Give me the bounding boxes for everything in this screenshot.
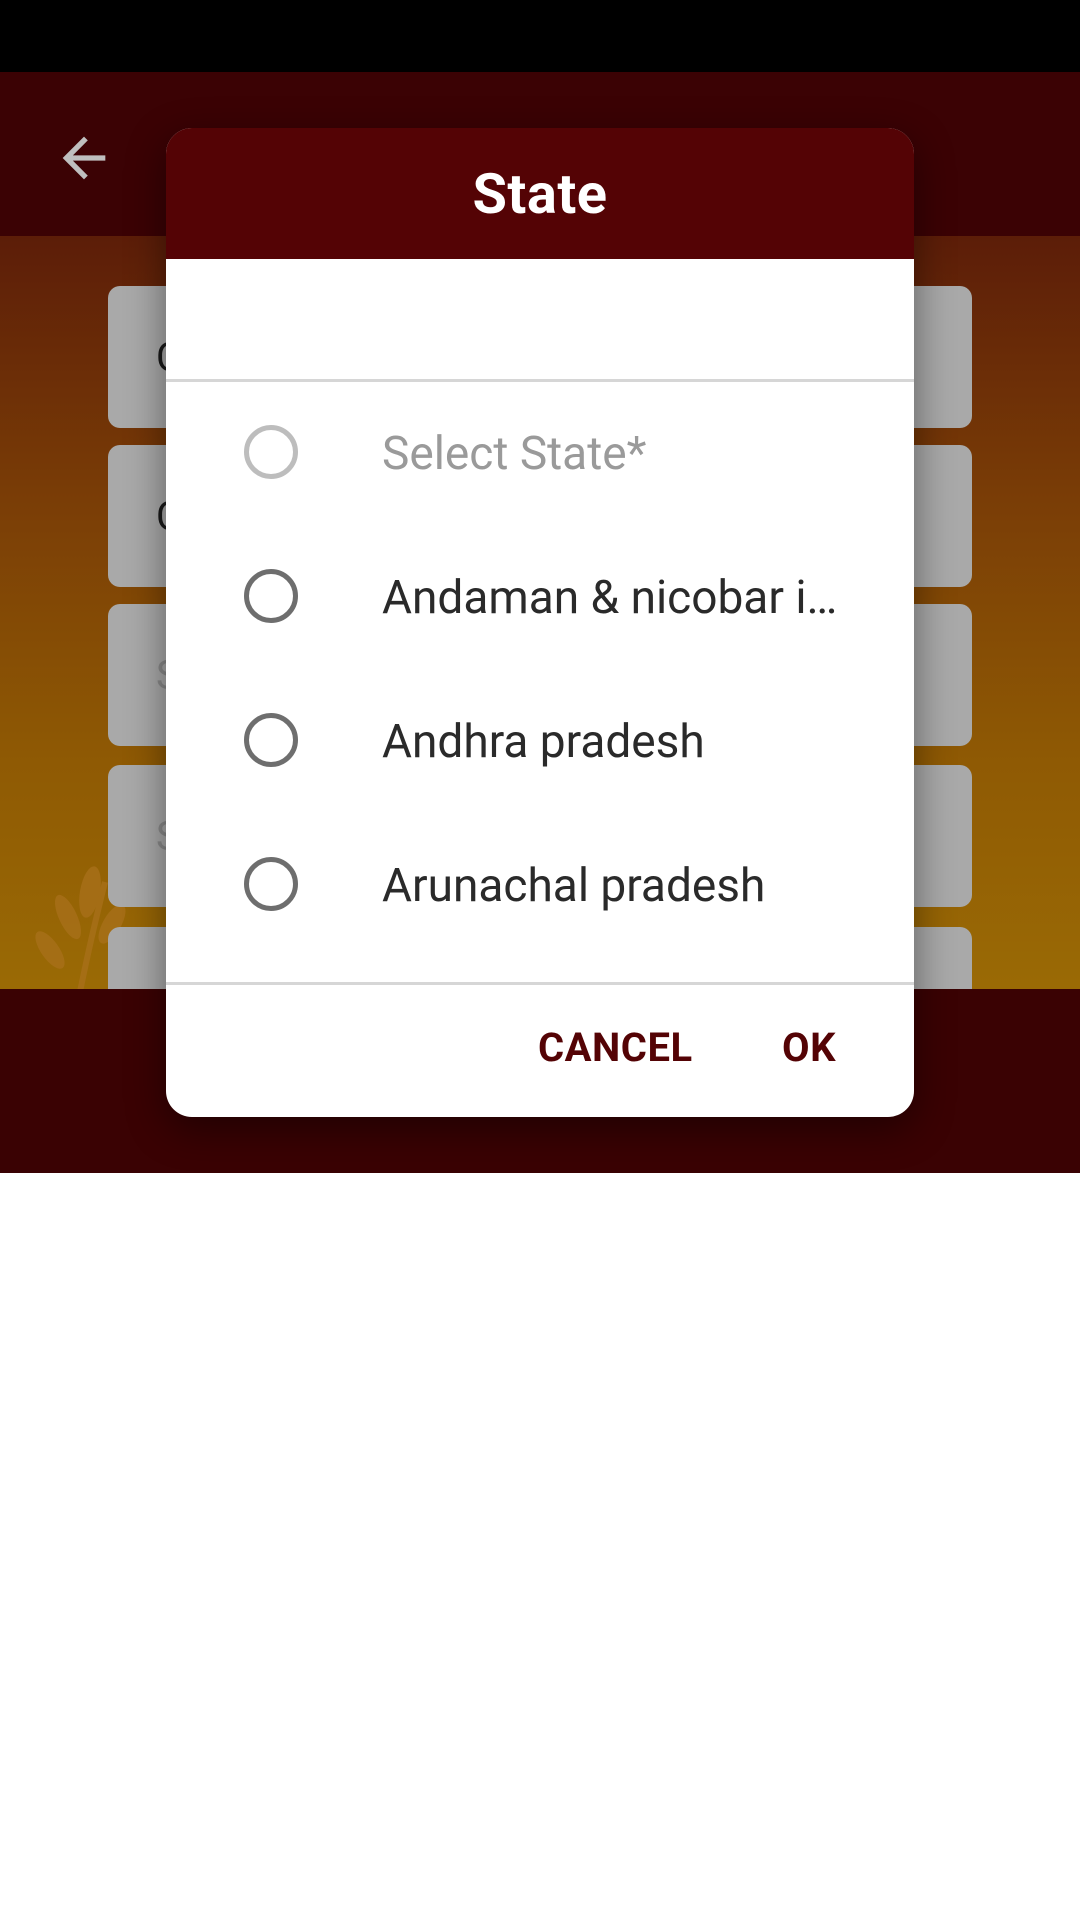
ok-button[interactable]: OK — [782, 998, 836, 1098]
radio-unchecked-icon[interactable] — [244, 569, 298, 623]
option-label: Andhra pradesh — [382, 715, 705, 769]
state-dialog: State Select State* Andaman & nicobar is… — [166, 128, 914, 1117]
option-label: Select State* — [382, 427, 647, 481]
option-andhra-pradesh[interactable]: Andhra pradesh — [166, 670, 914, 814]
option-label: Arunachal pradesh — [382, 859, 766, 913]
radio-unchecked-icon[interactable] — [244, 713, 298, 767]
actions-divider — [166, 982, 914, 985]
radio-unchecked-icon[interactable] — [244, 425, 298, 479]
dialog-header: State — [166, 128, 914, 259]
dialog-search-area[interactable] — [166, 259, 914, 382]
option-arunachal-pradesh[interactable]: Arunachal pradesh — [166, 814, 914, 958]
dialog-title: State — [472, 160, 608, 227]
radio-unchecked-icon[interactable] — [244, 857, 298, 911]
option-select-state[interactable]: Select State* — [166, 382, 914, 526]
screen: C C S S State Select State* A — [0, 0, 1080, 1920]
status-bar — [0, 0, 1080, 72]
cancel-button[interactable]: CANCEL — [538, 998, 693, 1098]
option-label: Andaman & nicobar islands — [382, 571, 852, 625]
option-andaman-nicobar[interactable]: Andaman & nicobar islands — [166, 526, 914, 670]
